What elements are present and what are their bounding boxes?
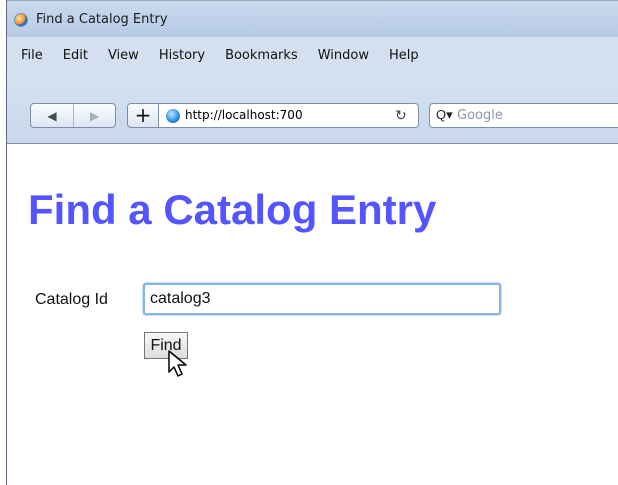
reload-icon[interactable]: ↻ <box>395 107 407 124</box>
forward-button[interactable]: ▶ <box>72 104 115 127</box>
page-content: Find a Catalog Entry Catalog Id Find <box>7 145 618 485</box>
window-title: Find a Catalog Entry <box>36 12 168 27</box>
menu-view[interactable]: View <box>98 48 149 63</box>
menu-file[interactable]: File <box>11 48 53 63</box>
page-title: Find a Catalog Entry <box>28 186 437 233</box>
back-forward-buttons: ◀ ▶ <box>30 103 116 128</box>
globe-icon <box>166 109 180 123</box>
back-button[interactable]: ◀ <box>31 104 73 127</box>
catalog-id-label: Catalog Id <box>35 291 108 308</box>
menu-history[interactable]: History <box>149 48 215 63</box>
menu-bar: File Edit View History Bookmarks Window … <box>7 37 618 73</box>
catalog-id-input[interactable] <box>143 283 501 315</box>
url-text[interactable]: http://localhost:700 <box>185 108 303 122</box>
navigation-toolbar: ◀ ▶ + http://localhost:700 ↻ Q▾ Google <box>7 73 618 144</box>
browser-window: Find a Catalog Entry File Edit View Hist… <box>6 0 618 485</box>
address-bar[interactable]: http://localhost:700 ↻ <box>159 103 419 128</box>
menu-window[interactable]: Window <box>308 48 379 63</box>
mouse-pointer-icon <box>168 350 187 377</box>
search-icon[interactable]: Q▾ <box>436 107 453 123</box>
browser-app-icon <box>14 13 28 27</box>
search-placeholder[interactable]: Google <box>457 108 503 123</box>
title-bar: Find a Catalog Entry <box>7 0 618 37</box>
search-box[interactable]: Q▾ Google <box>429 103 618 128</box>
menu-help[interactable]: Help <box>379 48 429 63</box>
menu-bookmarks[interactable]: Bookmarks <box>215 48 308 63</box>
menu-edit[interactable]: Edit <box>53 48 98 63</box>
new-tab-button[interactable]: + <box>127 103 159 128</box>
